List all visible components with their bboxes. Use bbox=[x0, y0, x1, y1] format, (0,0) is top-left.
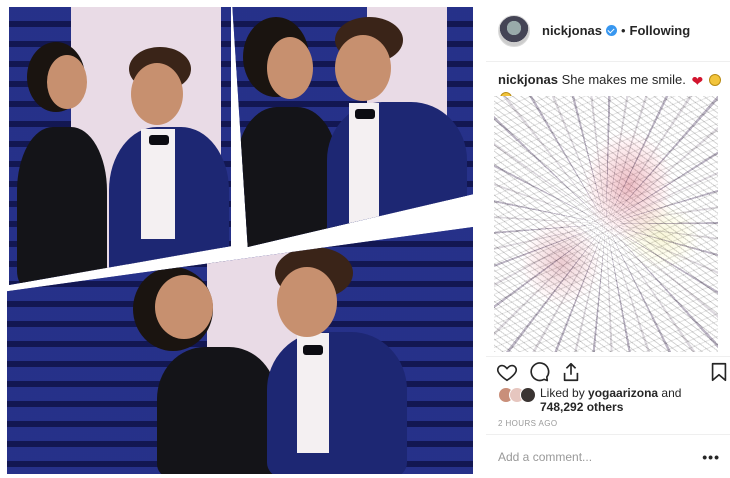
likes-count-link[interactable]: 748,292 others bbox=[540, 400, 623, 414]
grinning-face-emoji-icon bbox=[708, 74, 721, 86]
share-upload-icon bbox=[563, 362, 579, 382]
caption-username[interactable]: nickjonas bbox=[498, 72, 558, 87]
man-figure bbox=[267, 332, 407, 474]
comments-list-obscured bbox=[494, 96, 718, 352]
speech-bubble-icon bbox=[530, 362, 550, 382]
woman-figure bbox=[17, 127, 107, 285]
post-author-username[interactable]: nickjonas bbox=[542, 23, 602, 38]
man-face bbox=[335, 35, 391, 101]
man-shirt bbox=[141, 129, 175, 239]
collage-panel-2 bbox=[232, 7, 473, 247]
save-button[interactable] bbox=[708, 361, 730, 383]
profile-avatar[interactable] bbox=[498, 14, 530, 47]
header-separator: • bbox=[620, 23, 626, 38]
add-comment-bar: ••• bbox=[486, 434, 730, 478]
man-face bbox=[131, 63, 183, 125]
post-action-bar bbox=[486, 356, 730, 384]
likes-text: Liked by yogaarizona and 748,292 others bbox=[540, 386, 681, 414]
woman-figure bbox=[157, 347, 277, 474]
share-button[interactable] bbox=[560, 361, 582, 383]
more-options-icon[interactable]: ••• bbox=[702, 449, 720, 465]
bow-tie bbox=[355, 109, 375, 119]
instagram-post: nickjonas • Following nickjonas She make… bbox=[0, 0, 730, 478]
comment-button[interactable] bbox=[528, 361, 550, 383]
add-comment-input[interactable] bbox=[498, 447, 688, 467]
bookmark-icon bbox=[711, 362, 727, 382]
bow-tie bbox=[303, 345, 323, 355]
verified-badge-icon bbox=[605, 25, 617, 36]
collage-panel-1 bbox=[9, 7, 231, 285]
post-timestamp[interactable]: 2 HOURS AGO bbox=[498, 419, 558, 428]
woman-face bbox=[155, 275, 213, 339]
heart-outline-icon bbox=[496, 364, 518, 382]
man-figure bbox=[327, 102, 467, 247]
bow-tie bbox=[149, 135, 169, 145]
woman-face bbox=[47, 55, 87, 109]
like-button[interactable] bbox=[496, 361, 518, 383]
liker-avatars bbox=[498, 387, 538, 405]
man-shirt bbox=[349, 103, 379, 223]
caption-text: She makes me smile. bbox=[561, 72, 686, 87]
likes-summary: Liked by yogaarizona and 748,292 others bbox=[498, 386, 718, 414]
post-header: nickjonas • Following bbox=[486, 0, 730, 62]
post-photo-collage[interactable] bbox=[5, 5, 475, 474]
woman-face bbox=[267, 37, 313, 99]
first-liker-username[interactable]: yogaarizona bbox=[588, 386, 658, 400]
likes-prefix: Liked by bbox=[540, 386, 585, 400]
man-face bbox=[277, 267, 337, 337]
woman-figure bbox=[237, 107, 337, 247]
likes-connector: and bbox=[661, 386, 682, 400]
following-button[interactable]: Following bbox=[630, 23, 691, 38]
heart-emoji-icon: ❤ bbox=[691, 73, 704, 89]
liker-avatar[interactable] bbox=[520, 387, 536, 403]
